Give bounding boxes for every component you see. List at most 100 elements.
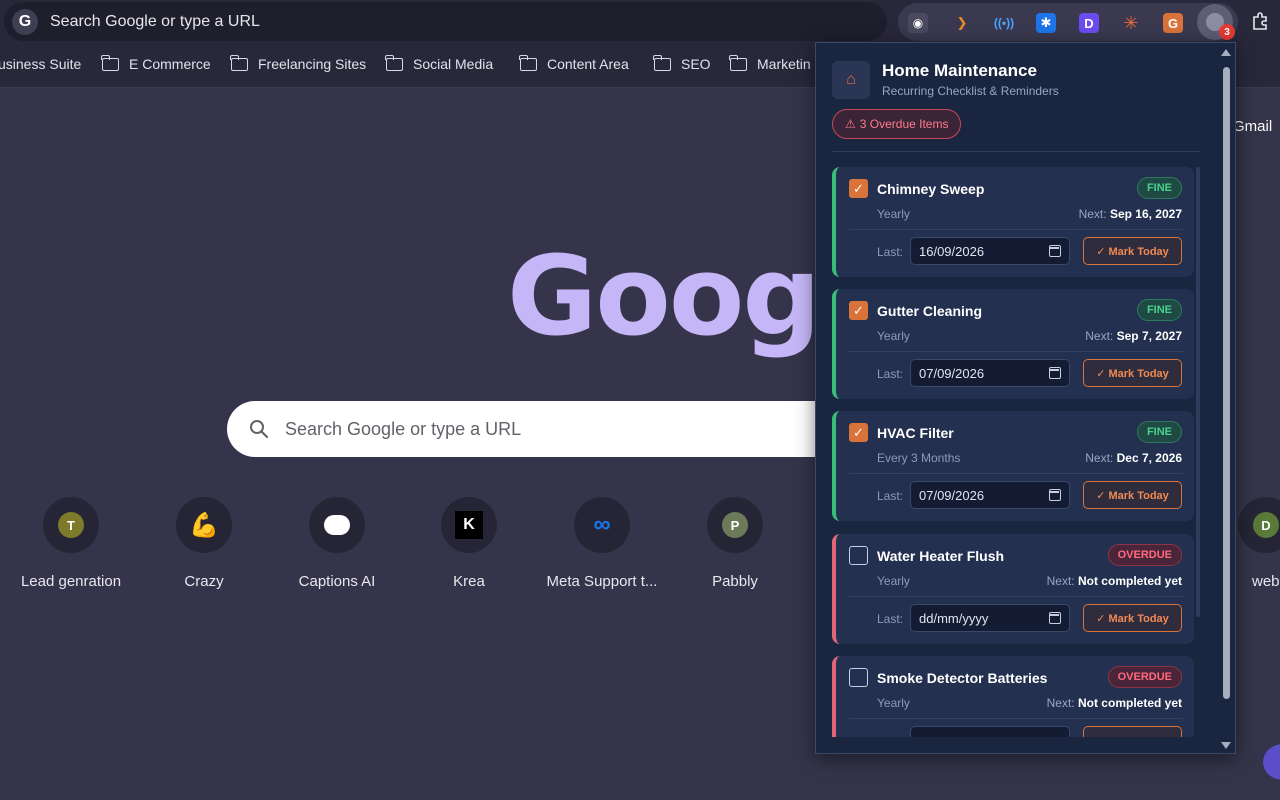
task-checkbox[interactable]	[849, 546, 868, 565]
wireless-extension-icon[interactable]: ((•))	[994, 13, 1014, 33]
last-date-input[interactable]: 16/09/2026	[910, 237, 1070, 265]
orange-extension-icon[interactable]: ❯	[952, 13, 972, 33]
address-bar[interactable]: G Search Google or type a URL	[4, 2, 887, 41]
calendar-icon[interactable]	[1049, 612, 1061, 624]
task-card-chimney-sweep: ✓ Chimney Sweep FINE Yearly Next: Sep 16…	[832, 167, 1194, 277]
next-due: Next: Sep 16, 2027	[1079, 207, 1182, 221]
next-due: Next: Not completed yet	[1047, 696, 1182, 710]
bookmark-business-suite[interactable]: usiness Suite	[0, 56, 81, 72]
task-checkbox[interactable]: ✓	[849, 423, 868, 442]
shortcut-meta-support[interactable]: ∞ Meta Support t...	[536, 497, 668, 590]
shortcut-krea[interactable]: K Krea	[403, 497, 535, 590]
shortcut-icon: T	[43, 497, 99, 553]
gmail-link[interactable]: Gmail	[1233, 118, 1272, 135]
calendar-icon[interactable]	[1049, 245, 1061, 257]
task-name: HVAC Filter	[877, 425, 954, 441]
last-label: Last:	[877, 367, 904, 381]
task-name: Water Heater Flush	[877, 548, 1005, 564]
task-list: ✓ Chimney Sweep FINE Yearly Next: Sep 16…	[832, 167, 1194, 737]
last-date-value: 16/09/2026	[919, 243, 985, 259]
shortcut-lead-genration[interactable]: T Lead genration	[5, 497, 137, 590]
mark-today-button[interactable]	[1083, 726, 1182, 737]
next-label: Next:	[1085, 451, 1114, 465]
folder-icon	[230, 54, 248, 71]
last-date-input[interactable]	[910, 726, 1070, 737]
bookmark-label: Social Media	[413, 56, 494, 72]
card-divider	[849, 473, 1183, 474]
starburst-extension-icon[interactable]: ✳	[1121, 13, 1141, 33]
search-placeholder: Search Google or type a URL	[285, 418, 522, 439]
header-divider	[832, 151, 1200, 152]
task-card-smoke-detector-batteries: Smoke Detector Batteries OVERDUE Yearly …	[832, 656, 1194, 737]
mark-today-button[interactable]: ✓ Mark Today	[1083, 237, 1182, 265]
popup-scrollbar[interactable]	[1221, 49, 1231, 749]
shortcut-crazy[interactable]: 💪 Crazy	[138, 497, 270, 590]
search-icon	[250, 420, 269, 439]
overdue-count-badge[interactable]: ⚠ 3 Overdue Items	[832, 109, 962, 139]
last-label: Last:	[877, 489, 904, 503]
folder-icon	[385, 54, 403, 71]
shortcut-captions-ai[interactable]: Captions AI	[271, 497, 403, 590]
calendar-icon[interactable]	[1049, 367, 1061, 379]
shortcut-label: Meta Support t...	[546, 573, 658, 590]
bookmark-label: Content Area	[547, 56, 629, 72]
t-letter-icon: T	[58, 512, 84, 538]
scroll-up-arrow-icon[interactable]	[1221, 49, 1231, 56]
overdue-count-text: 3 Overdue Items	[859, 117, 949, 131]
bookmark-e-commerce[interactable]: E Commerce	[101, 54, 211, 72]
calendar-icon[interactable]	[1049, 489, 1061, 501]
camera-extension-icon[interactable]: ◉	[908, 13, 928, 33]
last-date-input[interactable]: 07/09/2026	[910, 359, 1070, 387]
customize-chrome-button[interactable]	[1263, 744, 1280, 780]
mark-today-button[interactable]: ✓ Mark Today	[1083, 481, 1182, 509]
bookmark-marketing[interactable]: Marketin	[729, 54, 811, 72]
next-label: Next:	[1078, 207, 1107, 221]
status-badge: FINE	[1136, 421, 1182, 443]
task-card-hvac-filter: ✓ HVAC Filter FINE Every 3 Months Next: …	[832, 411, 1194, 521]
bookmark-seo[interactable]: SEO	[653, 54, 711, 72]
bookmark-content-area[interactable]: Content Area	[519, 54, 629, 72]
next-date: Not completed yet	[1077, 574, 1182, 588]
warning-icon: ⚠	[845, 117, 856, 131]
scroll-down-arrow-icon[interactable]	[1221, 742, 1231, 749]
task-checkbox[interactable]: ✓	[849, 301, 868, 320]
bookmark-label: Freelancing Sites	[258, 56, 367, 72]
ntp-search-box[interactable]: Search Google or type a URL	[227, 401, 847, 457]
browser-toolbar: G Search Google or type a URL ◉ ❯ ((•)) …	[0, 0, 1280, 44]
d-extension-icon[interactable]: D	[1079, 13, 1099, 33]
mark-today-button[interactable]: ✓ Mark Today	[1083, 359, 1182, 387]
shortcut-pabbly[interactable]: P Pabbly	[669, 497, 801, 590]
bookmark-social-media[interactable]: Social Media	[385, 54, 494, 72]
task-checkbox[interactable]: ✓	[849, 179, 868, 198]
folder-icon	[729, 54, 747, 71]
next-date: Sep 7, 2027	[1116, 329, 1182, 343]
last-date-value: dd/mm/yyyy	[919, 610, 989, 626]
shortcut-icon: D	[1238, 497, 1280, 553]
list-scroll-track[interactable]	[1196, 167, 1200, 617]
task-frequency: Yearly	[877, 329, 910, 343]
address-bar-placeholder: Search Google or type a URL	[50, 12, 260, 30]
last-date-input[interactable]: 07/09/2026	[910, 481, 1070, 509]
last-date-input[interactable]: dd/mm/yyyy	[910, 604, 1070, 632]
shortcut-label: Pabbly	[712, 573, 758, 590]
task-name: Gutter Cleaning	[877, 303, 983, 319]
extensions-puzzle-icon[interactable]	[1248, 8, 1274, 34]
bookmark-label: E Commerce	[129, 56, 211, 72]
extensions-area: ◉ ❯ ((•)) ✱ D ✳ G	[898, 3, 1238, 41]
mark-today-button[interactable]: ✓ Mark Today	[1083, 604, 1182, 632]
next-date: Dec 7, 2026	[1116, 451, 1182, 465]
shortcut-label: Krea	[453, 573, 485, 590]
g-extension-icon[interactable]: G	[1163, 13, 1183, 33]
next-label: Next:	[1085, 329, 1114, 343]
bookmark-label: Marketin	[757, 56, 811, 72]
scroll-thumb[interactable]	[1223, 67, 1230, 699]
task-frequency: Yearly	[877, 696, 910, 710]
home-maintenance-extension-button[interactable]: 3	[1197, 4, 1235, 40]
settings-extension-icon[interactable]: ✱	[1036, 13, 1056, 33]
bookmark-freelancing-sites[interactable]: Freelancing Sites	[230, 54, 367, 72]
shortcut-icon: P	[707, 497, 763, 553]
task-checkbox[interactable]	[849, 668, 868, 687]
folder-icon	[519, 54, 537, 71]
folder-icon	[653, 54, 671, 71]
last-label: Last:	[877, 245, 904, 259]
